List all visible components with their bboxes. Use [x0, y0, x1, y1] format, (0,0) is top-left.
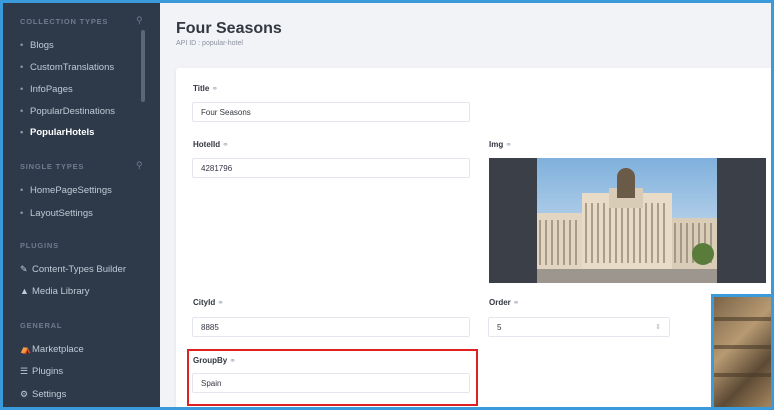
gear-icon: ⚙: [20, 389, 29, 399]
info-icon[interactable]: ⚭: [217, 298, 224, 307]
sidebar: COLLECTION TYPES ⚲ • Blogs • CustomTransla…: [0, 0, 160, 410]
sidebar-item-infopages[interactable]: • InfoPages: [20, 84, 73, 95]
sidebar-item-customtranslations[interactable]: • CustomTranslations: [20, 62, 114, 73]
hotelid-label: HotelId ⚭: [193, 140, 229, 149]
bullet-icon: •: [20, 127, 24, 138]
hotel-photo: [537, 158, 717, 283]
title-input[interactable]: Four Seasons: [192, 102, 470, 122]
info-icon[interactable]: ⚭: [513, 298, 520, 307]
sidebar-item-label: LayoutSettings: [30, 208, 93, 219]
sidebar-item-blogs[interactable]: • Blogs: [20, 40, 54, 51]
partial-image-preview[interactable]: [711, 294, 774, 410]
field-label: Title: [193, 84, 210, 93]
sidebar-item-label: Plugins: [32, 366, 64, 377]
sidebar-item-marketplace[interactable]: ⛺Marketplace: [20, 344, 84, 355]
bullet-icon: •: [20, 106, 24, 117]
page-title: Four Seasons: [176, 20, 282, 37]
sidebar-item-settings[interactable]: ⚙ Settings: [20, 389, 66, 400]
sidebar-scrollbar[interactable]: [141, 30, 145, 102]
sidebar-item-label: CustomTranslations: [30, 62, 115, 73]
bullet-icon: •: [20, 84, 24, 95]
order-label: Order ⚭: [489, 298, 520, 307]
cityid-input[interactable]: 8885: [192, 317, 470, 337]
info-icon[interactable]: ⚭: [222, 140, 229, 149]
pencil-icon: ✎: [20, 264, 28, 274]
cityid-label: CityId ⚭: [193, 298, 224, 307]
sidebar-item-label: PopularDestinations: [30, 106, 116, 117]
api-id: API ID : popular-hotel: [176, 40, 243, 47]
dome-shape: [617, 168, 635, 198]
sidebar-item-label: Marketplace: [32, 344, 84, 355]
info-icon[interactable]: ⚭: [211, 84, 218, 93]
bullet-icon: •: [20, 40, 24, 51]
bullet-icon: •: [20, 208, 24, 219]
image-preview[interactable]: [489, 158, 766, 283]
section-heading-general: GENERAL: [20, 321, 63, 330]
sidebar-item-layoutsettings[interactable]: • LayoutSettings: [20, 208, 93, 219]
active-indicator: [0, 121, 3, 141]
stepper-arrows-icon[interactable]: ⇕: [655, 323, 661, 331]
bullet-icon: •: [20, 62, 24, 73]
field-label: HotelId: [193, 140, 221, 149]
search-icon[interactable]: ⚲: [136, 15, 143, 26]
groupby-highlight-box: [187, 349, 478, 406]
img-label: Img ⚭: [489, 140, 512, 149]
order-value: 5: [497, 323, 502, 332]
title-label: Title ⚭: [193, 84, 218, 93]
sidebar-item-label: Settings: [32, 389, 67, 400]
search-icon[interactable]: ⚲: [136, 160, 143, 171]
sidebar-item-label: HomePageSettings: [30, 185, 112, 196]
sidebar-item-label: Blogs: [30, 40, 54, 51]
sidebar-item-label: PopularHotels: [30, 127, 95, 138]
sidebar-item-populardestinations[interactable]: • PopularDestinations: [20, 106, 115, 117]
section-heading-plugins: PLUGINS: [20, 241, 59, 250]
bullet-icon: •: [20, 185, 24, 196]
shop-icon: ⛺: [20, 344, 32, 354]
info-icon[interactable]: ⚭: [505, 140, 512, 149]
section-heading-collection-types: COLLECTION TYPES: [20, 17, 109, 26]
sidebar-item-label: InfoPages: [30, 84, 73, 95]
image-icon: ▲: [20, 286, 29, 296]
hotelid-input[interactable]: 4281796: [192, 158, 470, 178]
sidebar-item-media-library[interactable]: ▲ Media Library: [20, 286, 90, 297]
sidebar-item-label: Media Library: [32, 286, 90, 297]
order-input[interactable]: 5 ⇕: [488, 317, 670, 337]
sidebar-item-popularhotels[interactable]: • PopularHotels: [20, 127, 94, 138]
list-icon: ☰: [20, 366, 29, 376]
section-heading-single-types: SINGLE TYPES: [20, 162, 85, 171]
sidebar-item-label: Content-Types Builder: [32, 264, 126, 275]
field-label: Img: [489, 140, 504, 149]
sidebar-item-content-types-builder[interactable]: ✎ Content-Types Builder: [20, 264, 126, 275]
sidebar-item-plugins[interactable]: ☰ Plugins: [20, 366, 63, 377]
field-label: CityId: [193, 298, 216, 307]
sidebar-item-homepagesettings[interactable]: • HomePageSettings: [20, 185, 112, 196]
field-label: Order: [489, 298, 511, 307]
